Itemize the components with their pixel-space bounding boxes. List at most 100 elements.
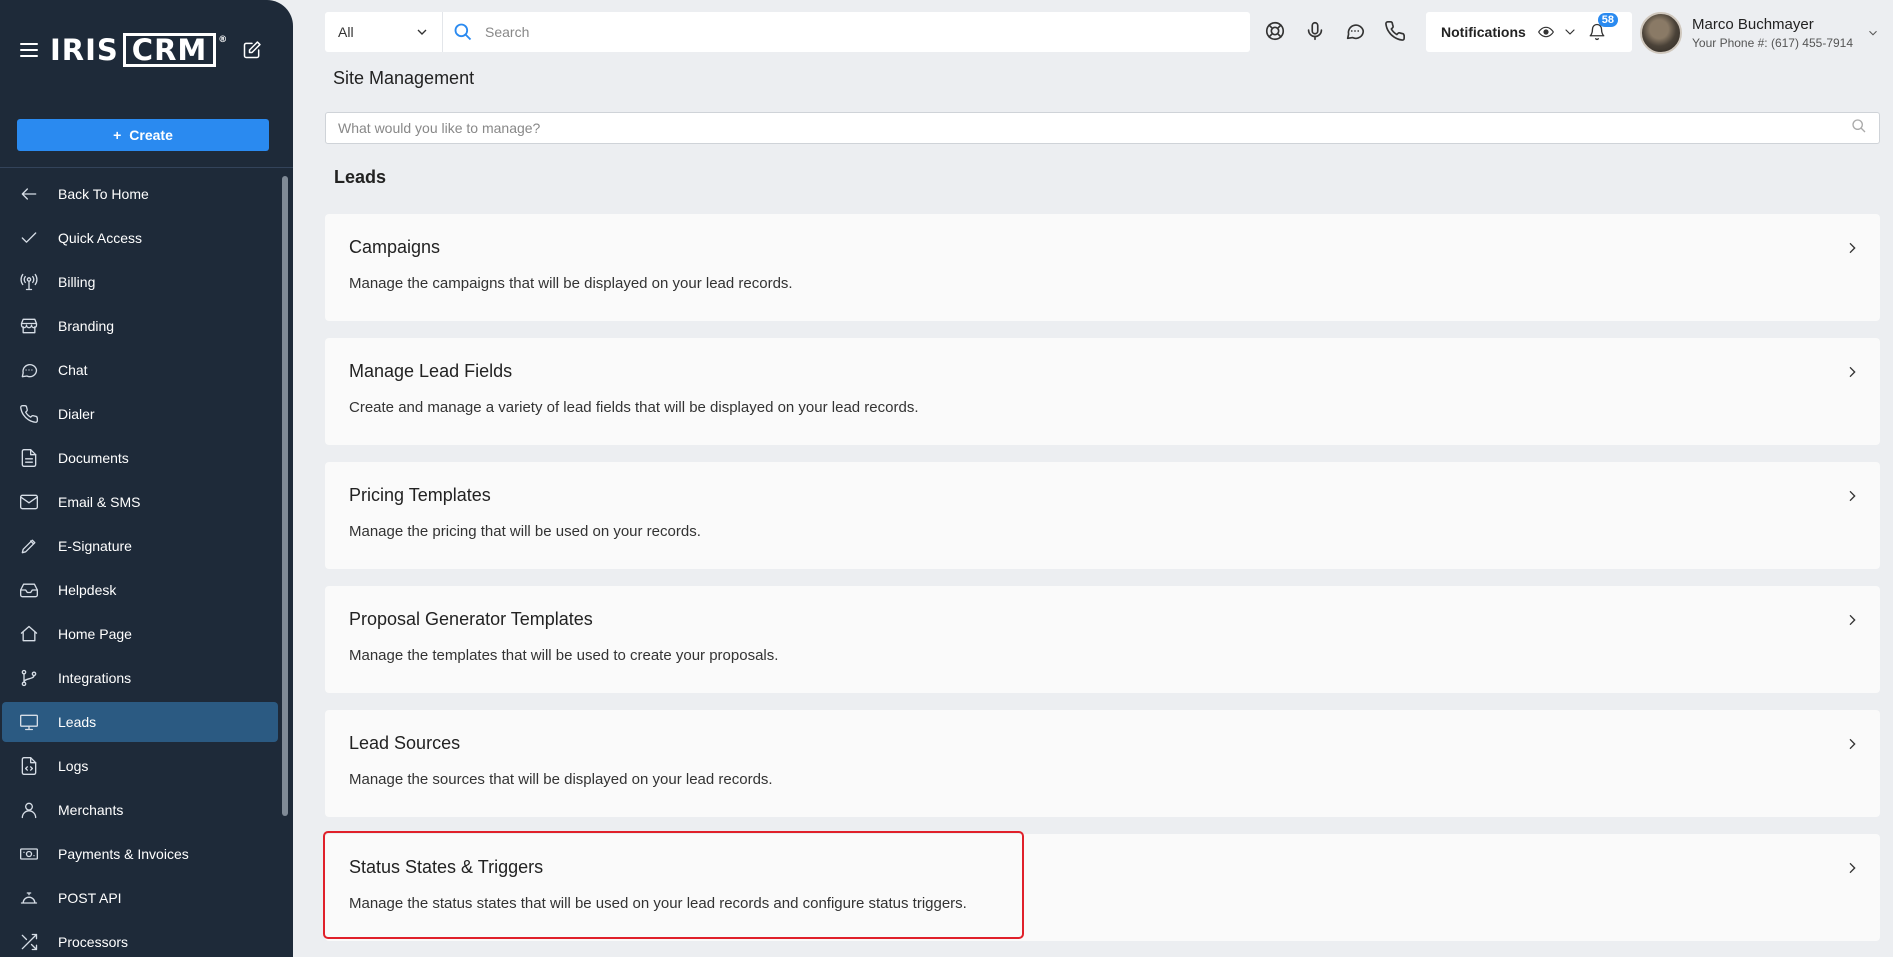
- chat-icon[interactable]: [1344, 20, 1366, 47]
- chat-icon: [18, 359, 40, 381]
- sidebar-item-label: Home Page: [58, 626, 132, 642]
- user-name: Marco Buchmayer: [1692, 16, 1814, 33]
- sidebar-item-label: Email & SMS: [58, 494, 141, 510]
- user-menu[interactable]: Marco Buchmayer Your Phone #: (617) 455-…: [1640, 8, 1880, 58]
- card-description: Manage the status states that will be us…: [349, 895, 967, 912]
- user-phone: Your Phone #: (617) 455-7914: [1692, 36, 1854, 50]
- create-button-label: Create: [129, 127, 173, 143]
- pen-icon: [18, 535, 40, 557]
- search-filter-select[interactable]: All: [325, 12, 443, 52]
- sidebar-item-label: Helpdesk: [58, 582, 117, 598]
- store-icon: [18, 315, 40, 337]
- check-icon: [18, 227, 40, 249]
- sidebar-item-integrations[interactable]: Integrations: [2, 658, 278, 698]
- sidebar-item-logs[interactable]: Logs: [2, 746, 278, 786]
- home-icon: [18, 623, 40, 645]
- card-title: Campaigns: [349, 237, 441, 257]
- sidebar-divider: [0, 167, 293, 168]
- global-search-bar: All: [325, 12, 1250, 52]
- logo-boxed-text: CRM: [122, 33, 217, 67]
- notifications-label: Notifications: [1441, 24, 1526, 40]
- phone-icon: [18, 403, 40, 425]
- settings-card-status-states-triggers[interactable]: Status States & Triggers Manage the stat…: [325, 834, 1880, 941]
- sidebar-item-label: Quick Access: [58, 230, 143, 246]
- section-title: Leads: [334, 167, 387, 187]
- chevron-right-icon[interactable]: [1844, 612, 1860, 628]
- sidebar-item-home-page[interactable]: Home Page: [2, 614, 278, 654]
- bell-icon[interactable]: 58: [1588, 13, 1619, 41]
- chevron-right-icon[interactable]: [1844, 736, 1860, 752]
- settings-card-campaigns[interactable]: Campaigns Manage the campaigns that will…: [325, 214, 1880, 321]
- sidebar-item-label: Back To Home: [58, 186, 149, 202]
- phone-icon[interactable]: [1384, 20, 1406, 47]
- sidebar-item-label: Payments & Invoices: [58, 846, 189, 862]
- code-file-icon: [18, 755, 40, 777]
- logo[interactable]: IRIS CRM ®: [50, 33, 228, 67]
- support-lifebuoy-icon[interactable]: [1264, 20, 1286, 47]
- sidebar-nav: Back To Home Quick Access Billing Branding C…: [0, 174, 280, 957]
- sidebar-item-label: Leads: [58, 714, 97, 730]
- sidebar-item-label: Logs: [58, 758, 89, 774]
- sidebar-scrollbar[interactable]: [282, 176, 288, 816]
- eye-icon[interactable]: [1537, 24, 1554, 40]
- manage-search-input[interactable]: [338, 120, 1851, 136]
- chevron-down-icon[interactable]: [1562, 24, 1578, 40]
- settings-card-manage-lead-fields[interactable]: Manage Lead Fields Create and manage a v…: [325, 338, 1880, 445]
- sidebar-item-documents[interactable]: Documents: [2, 438, 278, 478]
- shuffle-icon: [18, 931, 40, 953]
- chevron-right-icon[interactable]: [1844, 240, 1860, 256]
- chevron-right-icon[interactable]: [1844, 860, 1860, 876]
- sidebar-item-chat[interactable]: Chat: [2, 350, 278, 390]
- chevron-right-icon[interactable]: [1844, 364, 1860, 380]
- hamburger-menu-icon[interactable]: [20, 43, 38, 57]
- logo-text: IRIS: [50, 33, 119, 67]
- cash-icon: [18, 843, 40, 865]
- top-icon-bar: [1264, 20, 1406, 47]
- sidebar-item-back-to-home[interactable]: Back To Home: [2, 174, 278, 214]
- card-title: Pricing Templates: [349, 485, 491, 505]
- sidebar-item-label: E-Signature: [58, 538, 132, 554]
- sidebar-item-processors[interactable]: Processors: [2, 922, 278, 957]
- sidebar-item-dialer[interactable]: Dialer: [2, 394, 278, 434]
- search-filter-value: All: [338, 24, 354, 40]
- sidebar-item-merchants[interactable]: Merchants: [2, 790, 278, 830]
- search-icon: [453, 22, 473, 42]
- sidebar-item-branding[interactable]: Branding: [2, 306, 278, 346]
- manage-search-bar: [325, 112, 1880, 144]
- chevron-right-icon[interactable]: [1844, 488, 1860, 504]
- card-description: Manage the sources that will be displaye…: [349, 771, 773, 788]
- sidebar-item-label: Processors: [58, 934, 129, 950]
- sidebar-item-email-sms[interactable]: Email & SMS: [2, 482, 278, 522]
- edit-icon[interactable]: [242, 40, 262, 60]
- create-button[interactable]: + Create: [17, 119, 269, 151]
- sidebar-item-helpdesk[interactable]: Helpdesk: [2, 570, 278, 610]
- chevron-down-icon[interactable]: [1866, 26, 1880, 40]
- sidebar-item-e-signature[interactable]: E-Signature: [2, 526, 278, 566]
- sidebar-item-label: Merchants: [58, 802, 124, 818]
- card-title: Proposal Generator Templates: [349, 609, 593, 629]
- notification-count-badge: 58: [1597, 13, 1619, 27]
- sidebar-header: IRIS CRM ®: [0, 0, 293, 100]
- bell-service-icon: [18, 887, 40, 909]
- settings-card-list: Campaigns Manage the campaigns that will…: [325, 214, 1880, 957]
- sidebar-item-quick-access[interactable]: Quick Access: [2, 218, 278, 258]
- plus-icon: +: [113, 127, 122, 143]
- avatar[interactable]: [1640, 12, 1682, 54]
- global-search-input[interactable]: [485, 14, 1250, 50]
- search-icon: [1851, 118, 1867, 139]
- settings-card-pricing-templates[interactable]: Pricing Templates Manage the pricing tha…: [325, 462, 1880, 569]
- logo-registered-mark: ®: [218, 35, 229, 45]
- sidebar-item-label: Branding: [58, 318, 115, 334]
- sidebar-item-label: Integrations: [58, 670, 132, 686]
- mail-icon: [18, 491, 40, 513]
- settings-card-proposal-generator-templates[interactable]: Proposal Generator Templates Manage the …: [325, 586, 1880, 693]
- sidebar-item-payments-invoices[interactable]: Payments & Invoices: [2, 834, 278, 874]
- card-title: Lead Sources: [349, 733, 461, 753]
- microphone-icon[interactable]: [1304, 20, 1326, 47]
- sidebar-item-label: Dialer: [58, 406, 95, 422]
- settings-card-lead-sources[interactable]: Lead Sources Manage the sources that wil…: [325, 710, 1880, 817]
- sidebar-item-post-api[interactable]: POST API: [2, 878, 278, 918]
- sidebar-item-billing[interactable]: Billing: [2, 262, 278, 302]
- sidebar-item-leads[interactable]: Leads: [2, 702, 278, 742]
- notifications-panel[interactable]: Notifications 58: [1426, 12, 1632, 52]
